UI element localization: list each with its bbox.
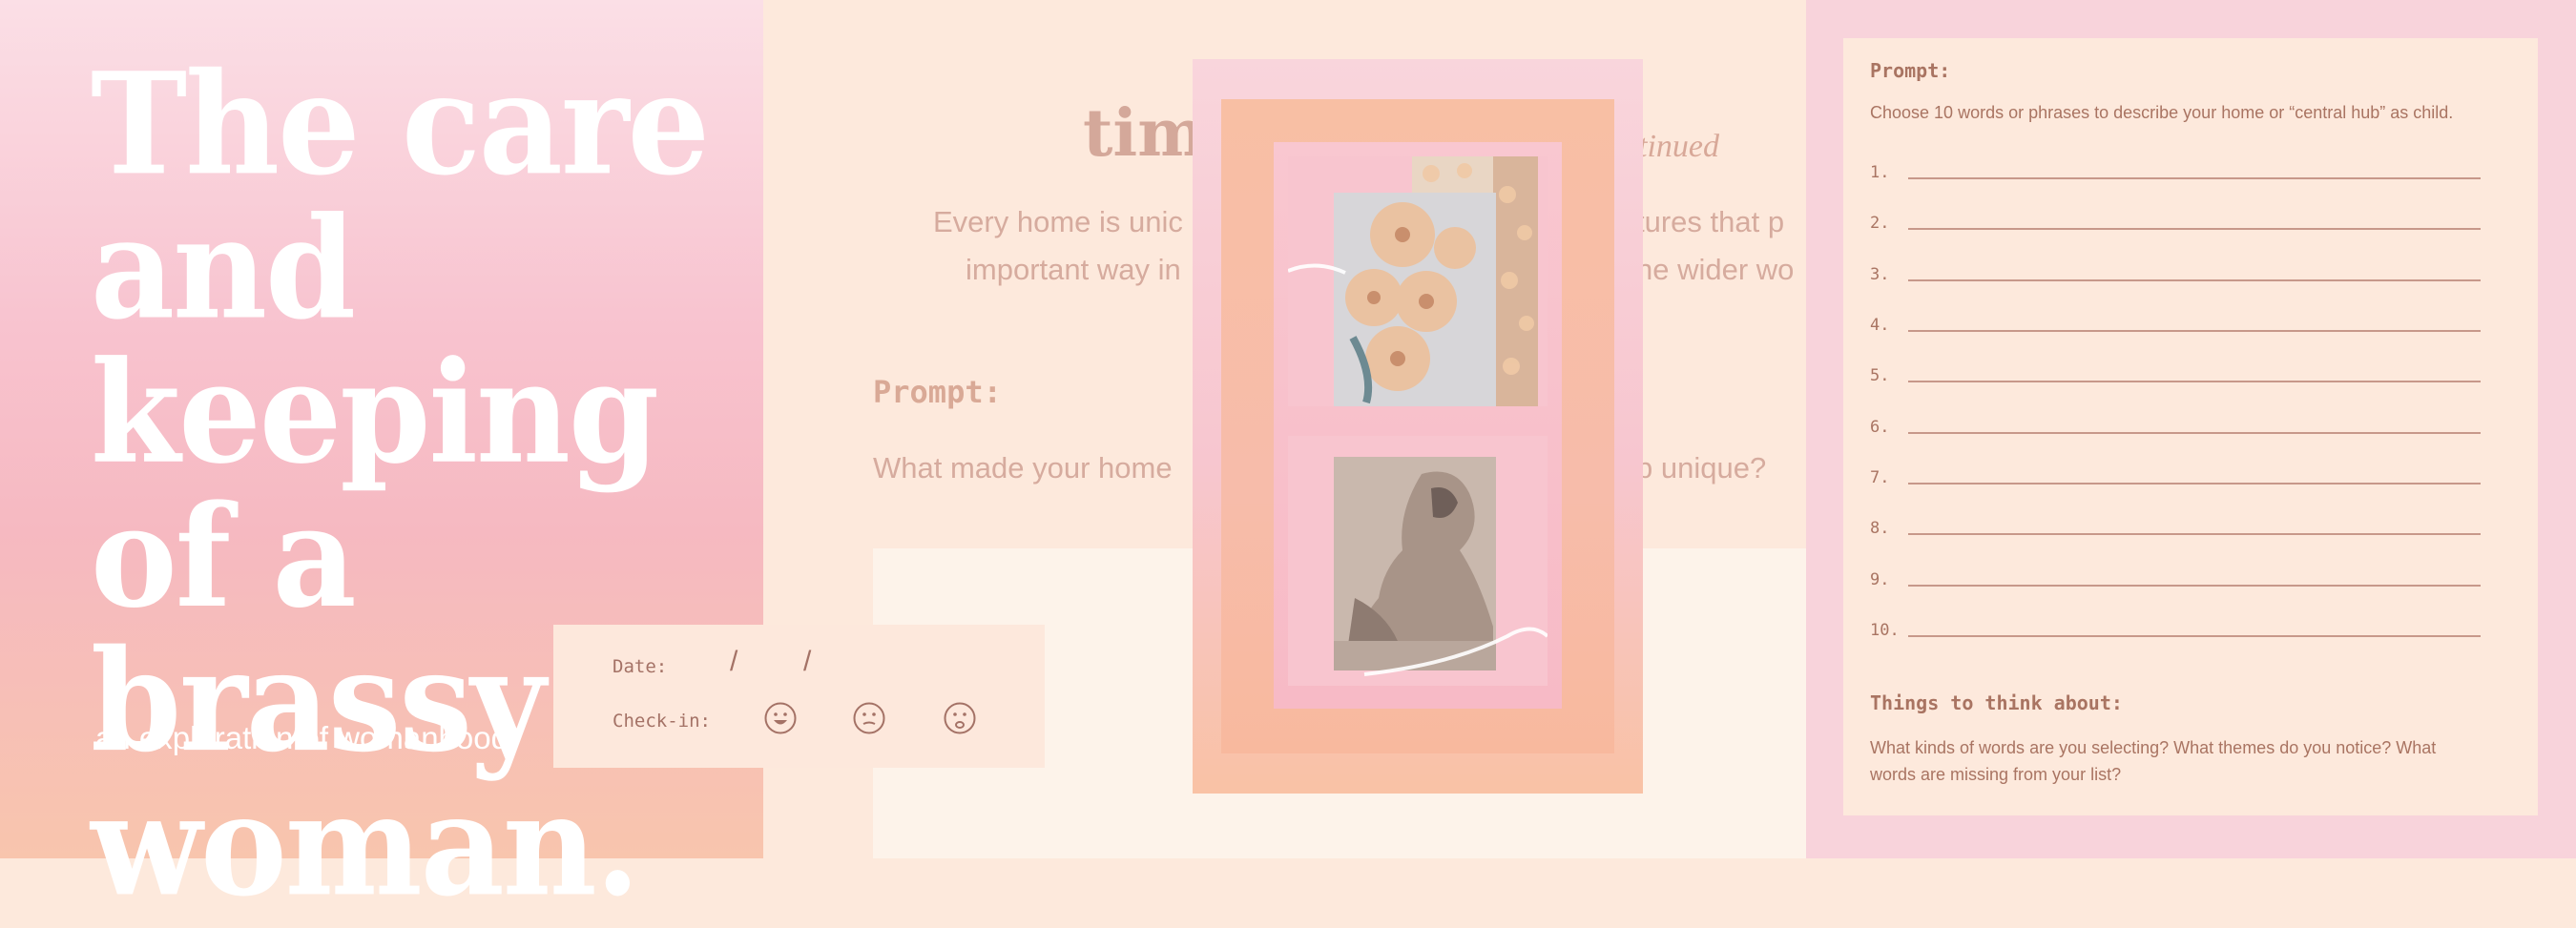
list-item-number: 5. [1870, 366, 1890, 385]
list-item-number: 1. [1870, 163, 1890, 182]
middle-prompt-label: Prompt: [873, 374, 1002, 410]
date-label: Date: [613, 656, 668, 677]
list-item-number: 8. [1870, 519, 1890, 538]
photo-frame-inner [1274, 142, 1562, 709]
worksheet-instruction: Choose 10 words or phrases to describe y… [1870, 103, 2454, 122]
sad-face-icon[interactable] [943, 701, 977, 735]
write-in-line[interactable] [1908, 279, 2481, 281]
middle-prompt-question: p unique? [1636, 451, 1767, 485]
middle-body-text: important way in [966, 253, 1181, 286]
cover-subtitle: an exploration of womanhood [95, 720, 509, 755]
things-to-think-about-text: What kinds of words are you selecting? W… [1870, 738, 2437, 784]
middle-body-text: Every home is unic [933, 205, 1183, 238]
worksheet-prompt-label: Prompt: [1870, 59, 1951, 82]
list-item-number: 6. [1870, 418, 1890, 437]
classical-statue-photo [1288, 436, 1549, 686]
list-item-number: 9. [1870, 570, 1890, 589]
list-item-number: 10. [1870, 621, 1900, 640]
photo-card [1193, 59, 1643, 794]
checkin-label: Check-in: [613, 711, 711, 732]
statue-image [1288, 436, 1549, 686]
write-in-line[interactable] [1908, 533, 2481, 535]
list-item-number: 3. [1870, 265, 1890, 284]
date-separator: / [730, 646, 738, 677]
middle-body-text: he wider wo [1636, 253, 1795, 286]
list-item-number: 2. [1870, 214, 1890, 233]
write-in-line[interactable] [1908, 228, 2481, 230]
happy-face-icon[interactable] [763, 701, 798, 735]
middle-prompt-question: What made your home [873, 451, 1173, 485]
checkin-card: Date: / / Check-in: [553, 625, 1045, 768]
worksheet-card: Prompt: Choose 10 words or phrases to de… [1843, 38, 2538, 815]
neutral-face-icon[interactable] [852, 701, 886, 735]
date-separator: / [803, 646, 812, 677]
write-in-line[interactable] [1908, 177, 2481, 179]
middle-heading: tim [1083, 95, 1207, 172]
middle-body-text: tures that p [1636, 205, 1785, 238]
photo-frame-outer [1221, 99, 1614, 753]
write-in-line[interactable] [1908, 432, 2481, 434]
list-item-number: 7. [1870, 468, 1890, 487]
things-to-think-about-label: Things to think about: [1870, 691, 2123, 714]
write-in-line[interactable] [1908, 635, 2481, 637]
write-in-line[interactable] [1908, 381, 2481, 382]
list-item-number: 4. [1870, 316, 1890, 335]
write-in-line[interactable] [1908, 585, 2481, 587]
cover-title: The care and keeping of a brassy woman. [91, 42, 710, 928]
peony-flowers-image [1287, 156, 1548, 406]
peony-flowers-photo [1287, 156, 1548, 406]
write-in-line[interactable] [1908, 483, 2481, 485]
write-in-line[interactable] [1908, 330, 2481, 332]
